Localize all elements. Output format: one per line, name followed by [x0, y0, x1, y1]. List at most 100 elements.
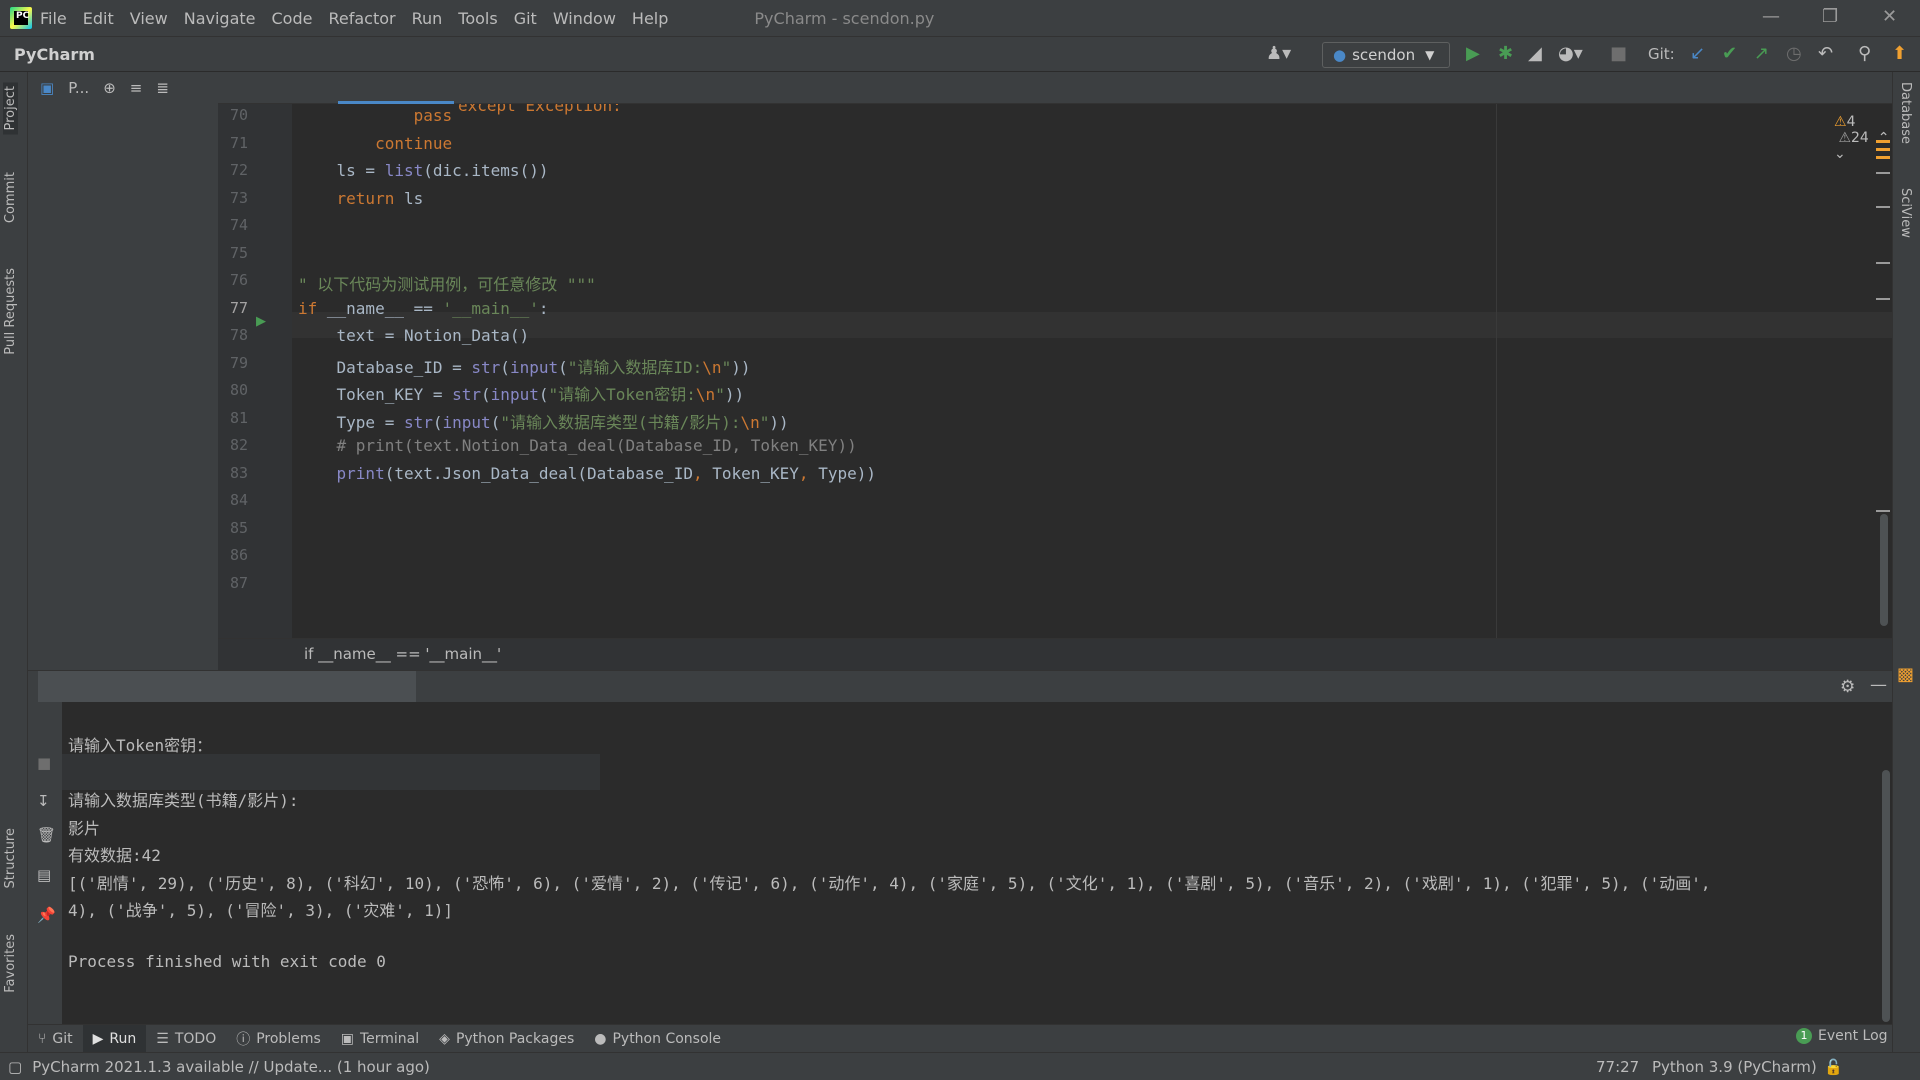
menu-edit[interactable]: Edit [83, 9, 114, 28]
right-tool-strip: Database SciView ▩ [1892, 72, 1920, 1052]
line-number: 81 [229, 408, 248, 427]
menu-view[interactable]: View [130, 9, 168, 28]
line-number: 87 [229, 573, 248, 592]
main-toolbar: PyCharm ♟▾ ● scendon ▼ ▶ ✱ ◢ ◕▾ ■ Git: ↙… [0, 36, 1920, 72]
project-view-select[interactable]: P... [68, 79, 89, 97]
tab-project[interactable]: Project [3, 82, 18, 135]
stop-icon[interactable]: ■ [37, 754, 51, 772]
user-icon[interactable]: ♟▾ [1266, 45, 1291, 63]
tab-structure[interactable]: Structure [3, 828, 18, 888]
code-line: Database_ID = str(input("请输入数据库ID:\n")) [298, 357, 751, 377]
event-log-button[interactable]: 1 Event Log [1796, 1028, 1888, 1044]
run-config-label: scendon [1352, 46, 1416, 64]
tab-commit[interactable]: Commit [3, 172, 18, 223]
right-margin-guide [1496, 104, 1497, 638]
lock-icon[interactable]: 🔓 [1824, 1058, 1843, 1076]
tab-terminal[interactable]: ▣ Terminal [331, 1025, 429, 1053]
tab-label: Python Console [612, 1030, 722, 1047]
caret-position[interactable]: 77:27 [1596, 1058, 1639, 1076]
panel-toggle-icon[interactable]: ▢ [8, 1058, 22, 1076]
minimize-button[interactable]: — [1762, 6, 1780, 27]
line-number: 84 [229, 491, 248, 509]
tab-label: Problems [256, 1030, 321, 1047]
debug-icon[interactable]: ✱ [1498, 45, 1513, 63]
notifications-icon[interactable]: ▩ [1897, 664, 1914, 685]
code-line: text = Notion_Data() [298, 326, 530, 345]
window-title: PyCharm - scendon.py [754, 8, 935, 28]
menu-file[interactable]: File [40, 9, 67, 28]
tab-label: Run [109, 1030, 137, 1047]
code-line: continue [375, 133, 453, 153]
hide-icon[interactable]: — [1870, 675, 1887, 695]
tab-favorites[interactable]: Favorites [3, 934, 18, 993]
gear-icon[interactable]: ⚙ [1840, 677, 1855, 697]
breadcrumb[interactable]: if __name__ == '__main__' [218, 638, 1892, 670]
interpreter-label[interactable]: Python 3.9 (PyCharm) [1652, 1058, 1817, 1076]
folder-icon: ▣ [40, 79, 55, 97]
tab-run[interactable]: ▶ Run [82, 1024, 147, 1053]
run-tab-scendon[interactable] [38, 671, 416, 703]
console-line: 请输入数据库类型(书籍/影片): [68, 791, 299, 810]
run-config-select[interactable]: ● scendon ▼ [1322, 42, 1450, 68]
pin-icon[interactable]: 📌 [37, 906, 56, 924]
code-line: Type = str(input("请输入数据库类型(书籍/影片):\n")) [298, 412, 789, 432]
console-scroll-thumb[interactable] [1882, 770, 1890, 1022]
editor-scroll-thumb[interactable] [1880, 514, 1888, 626]
tab-python-console[interactable]: ● Python Console [584, 1025, 731, 1053]
menu-help[interactable]: Help [632, 9, 668, 28]
tab-database[interactable]: Database [1898, 82, 1913, 144]
menu-window[interactable]: Window [553, 9, 616, 28]
close-button[interactable]: ✕ [1882, 6, 1897, 27]
line-number: 83 [229, 463, 248, 482]
run-icon[interactable]: ▶ [1466, 45, 1480, 63]
run-gutter-icon[interactable]: ▶ [256, 314, 266, 329]
git-update-icon[interactable]: ↙ [1690, 45, 1705, 63]
menu-run[interactable]: Run [412, 9, 443, 28]
tab-git[interactable]: ⑂ Git [28, 1025, 83, 1053]
tab-todo[interactable]: ☰ TODO [146, 1025, 226, 1053]
menu-tools[interactable]: Tools [458, 9, 497, 28]
update-icon[interactable]: ⬆ [1892, 45, 1907, 63]
run-icon: ▶ [92, 1030, 104, 1047]
line-number: 85 [229, 518, 248, 537]
menu-refactor[interactable]: Refactor [328, 9, 395, 28]
tab-pull-requests[interactable]: Pull Requests [3, 268, 18, 355]
line-number: 75 [229, 243, 248, 262]
search-icon[interactable]: ⚲ [1858, 45, 1871, 63]
run-console[interactable]: 请输入Token密钥： 请输入数据库类型(书籍/影片): 影片 有效数据:42 [('剧… [62, 702, 1874, 1024]
menu-navigate[interactable]: Navigate [184, 9, 256, 28]
expand-all-icon[interactable]: ≡ [130, 79, 143, 97]
warning-icon: ⚠ [1834, 114, 1847, 130]
history-icon[interactable]: ◷ [1786, 45, 1802, 63]
console-line: 4), ('战争', 5), ('冒险', 3), ('灾难', 1)] [68, 901, 453, 920]
stop-icon[interactable]: ■ [1610, 45, 1627, 63]
layout-icon[interactable]: ▤ [37, 866, 51, 884]
code-editor[interactable]: except Exception: ⚠4 ⚠24 ⌃ ⌄ pass contin… [292, 104, 1892, 638]
git-push-icon[interactable]: ↗ [1754, 45, 1769, 63]
menu-git[interactable]: Git [514, 9, 537, 28]
coverage-icon[interactable]: ◢ [1528, 45, 1542, 63]
line-number: 72 [229, 161, 248, 179]
console-input-line [62, 754, 600, 790]
menu-code[interactable]: Code [272, 9, 313, 28]
git-commit-icon[interactable]: ✔ [1722, 45, 1737, 63]
restore-button[interactable]: ❐ [1822, 6, 1838, 27]
chevron-down-icon[interactable]: ⌄ [1834, 146, 1846, 162]
code-line-partial: except Exception: [458, 104, 622, 115]
tab-python-packages[interactable]: ◈ Python Packages [429, 1025, 584, 1053]
console-scrollbar[interactable] [1874, 702, 1892, 1024]
console-line: 请输入Token密钥： [68, 736, 213, 755]
profile-icon[interactable]: ◕▾ [1558, 45, 1583, 63]
status-message[interactable]: PyCharm 2021.1.3 available // Update... … [32, 1058, 430, 1076]
rollback-icon[interactable]: ↶ [1818, 45, 1833, 63]
editor-tab-active[interactable] [338, 72, 454, 104]
tab-problems[interactable]: ⓘ Problems [226, 1025, 331, 1053]
collapse-all-icon[interactable]: ≣ [156, 79, 169, 97]
locate-icon[interactable]: ⊕ [103, 79, 116, 97]
scroll-to-end-icon[interactable]: ↧ [37, 792, 50, 810]
tab-sciview[interactable]: SciView [1898, 188, 1913, 238]
warning-icon: ⚠ [1838, 130, 1852, 146]
tab-label: Python Packages [455, 1030, 575, 1047]
console-line: 影片 [68, 818, 101, 838]
trash-icon[interactable]: 🗑 [37, 826, 56, 844]
